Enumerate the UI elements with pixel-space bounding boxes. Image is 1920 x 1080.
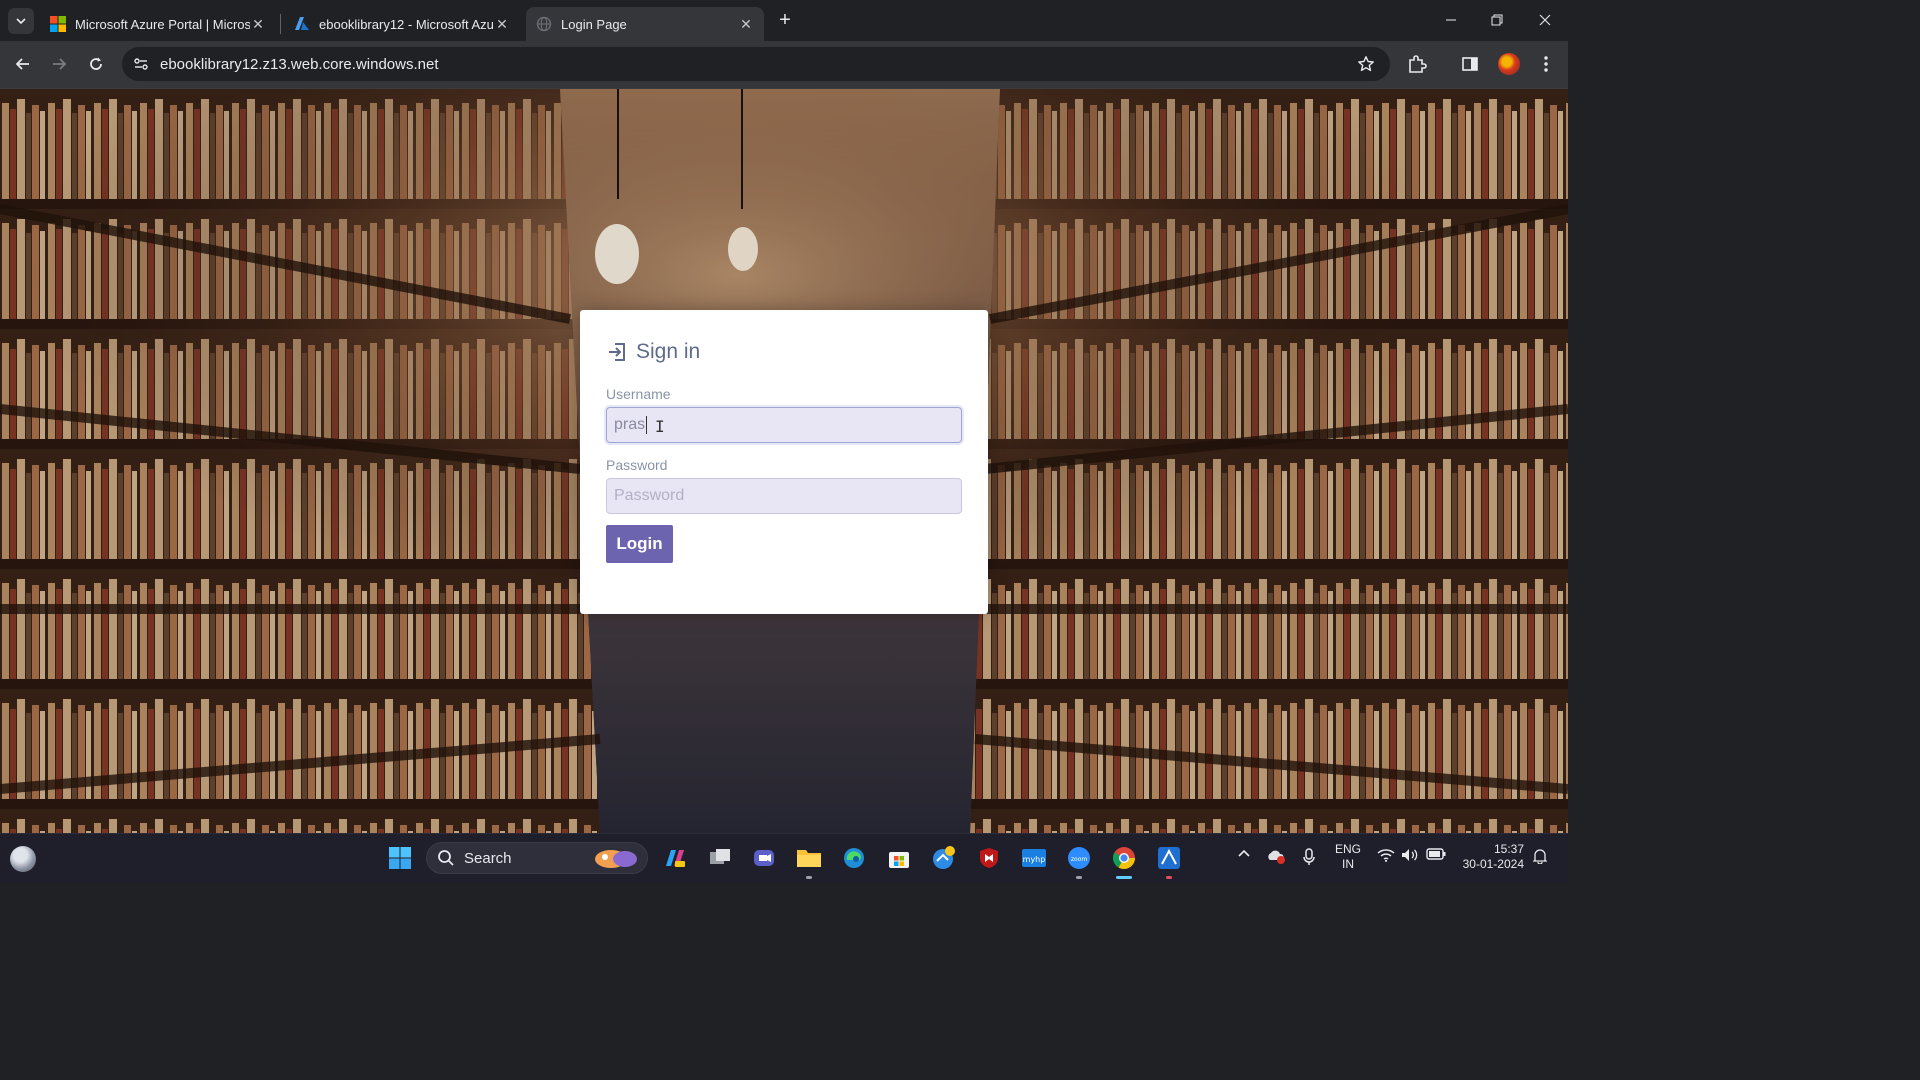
browser-tab-strip: Microsoft Azure Portal | Microsoft Azure… — [0, 0, 1568, 41]
back-arrow-icon[interactable] — [10, 51, 36, 77]
tab-title: Login Page — [561, 16, 627, 32]
copilot-icon[interactable] — [660, 843, 690, 873]
chevron-down-icon — [16, 18, 26, 25]
tab-title: Microsoft Azure Portal | Microsoft Azure — [75, 16, 250, 32]
globe-icon — [536, 16, 552, 32]
running-indicator — [1076, 876, 1082, 879]
browser-toolbar: ebooklibrary12.z13.web.core.windows.net — [0, 41, 1568, 89]
url-text[interactable]: ebooklibrary12.z13.web.core.windows.net — [160, 56, 439, 73]
wifi-icon[interactable] — [1377, 848, 1395, 862]
search-icon — [438, 850, 454, 866]
login-page-viewport: Sign in Username pras I Password Passwor… — [0, 89, 1568, 833]
clock-time: 15:37 — [1493, 842, 1524, 856]
notification-bell-icon[interactable] — [1532, 848, 1548, 864]
azure-app-icon[interactable] — [1154, 843, 1184, 879]
edge-browser-icon[interactable] — [839, 843, 869, 873]
tab-ebooklibrary-azure[interactable]: ebooklibrary12 - Microsoft Azure ✕ — [284, 7, 520, 41]
weather-widget-icon[interactable] — [10, 846, 36, 872]
file-explorer-icon[interactable] — [794, 843, 824, 879]
microsoft-logo-icon — [50, 16, 66, 32]
extensions-puzzle-icon[interactable] — [1405, 52, 1429, 76]
myhp-app-icon[interactable]: myhp — [1019, 843, 1049, 873]
password-placeholder: Password — [614, 487, 685, 504]
text-caret — [646, 416, 648, 434]
bookmark-star-icon[interactable] — [1356, 54, 1376, 74]
tab-divider — [280, 14, 281, 34]
username-label: Username — [606, 386, 671, 402]
mcafee-shield-icon[interactable] — [974, 843, 1004, 873]
address-bar[interactable]: ebooklibrary12.z13.web.core.windows.net — [122, 47, 1390, 81]
profile-avatar[interactable] — [1498, 53, 1520, 75]
weather-app-icon[interactable] — [929, 843, 959, 873]
input-language-indicator[interactable]: ENG IN — [1334, 842, 1362, 872]
azure-icon — [295, 17, 309, 30]
signin-title-text: Sign in — [636, 340, 701, 363]
onedrive-error-icon[interactable] — [1266, 848, 1286, 864]
forward-arrow-icon[interactable] — [46, 51, 72, 77]
teams-chat-icon[interactable] — [749, 843, 779, 873]
tab-azure-portal[interactable]: Microsoft Azure Portal | Microsoft Azure… — [40, 7, 276, 41]
tab-close-icon[interactable]: ✕ — [250, 16, 266, 33]
language-region: IN — [1342, 857, 1354, 871]
battery-icon[interactable] — [1426, 848, 1446, 860]
window-close-icon[interactable] — [1530, 8, 1560, 32]
running-indicator — [1166, 876, 1172, 879]
search-highlight-art-icon — [595, 850, 637, 868]
tab-login-page[interactable]: Login Page ✕ — [526, 7, 764, 41]
mouse-ibeam-cursor-icon: I — [655, 417, 665, 436]
search-label: Search — [464, 849, 512, 867]
password-label: Password — [606, 457, 668, 473]
svg-text:myhp: myhp — [1023, 855, 1046, 864]
password-input[interactable]: Password — [606, 478, 962, 514]
microphone-icon[interactable] — [1300, 848, 1318, 866]
side-panel-icon[interactable] — [1458, 52, 1482, 76]
tab-close-icon[interactable]: ✕ — [494, 16, 510, 33]
microsoft-store-icon[interactable] — [884, 843, 914, 873]
windows-taskbar: Search myhp zoom ENG IN 15:37 30-01-2024 — [0, 833, 1568, 883]
site-info-icon[interactable] — [131, 54, 151, 74]
username-input[interactable]: pras I — [606, 407, 962, 443]
signin-heading: Sign in — [606, 340, 962, 364]
active-indicator — [1116, 876, 1132, 879]
new-tab-plus-icon[interactable]: + — [774, 9, 796, 31]
restore-icon[interactable] — [1482, 8, 1512, 32]
tab-close-icon[interactable]: ✕ — [738, 16, 754, 33]
volume-icon[interactable] — [1401, 848, 1419, 862]
running-indicator — [806, 876, 812, 879]
login-button[interactable]: Login — [606, 525, 673, 563]
minimize-icon[interactable] — [1436, 8, 1466, 32]
show-hidden-icons-chevron-icon[interactable] — [1236, 848, 1252, 858]
reload-icon[interactable] — [83, 51, 109, 77]
task-view-icon[interactable] — [705, 843, 735, 873]
clock-date: 30-01-2024 — [1462, 857, 1524, 871]
language-code: ENG — [1334, 842, 1361, 856]
more-menu-icon[interactable] — [1534, 52, 1558, 76]
system-clock[interactable]: 15:37 30-01-2024 — [1456, 842, 1524, 872]
windows-start-icon[interactable] — [385, 843, 415, 873]
svg-text:zoom: zoom — [1071, 856, 1087, 863]
zoom-app-icon[interactable]: zoom — [1064, 843, 1094, 879]
taskbar-search-box[interactable]: Search — [426, 842, 648, 874]
tab-title: ebooklibrary12 - Microsoft Azure — [319, 16, 494, 32]
tab-search-button[interactable] — [8, 8, 34, 34]
chrome-browser-icon[interactable] — [1109, 843, 1139, 879]
signin-card: Sign in Username pras I Password Passwor… — [580, 310, 988, 614]
username-value: pras — [614, 416, 646, 433]
login-enter-icon — [609, 343, 625, 361]
